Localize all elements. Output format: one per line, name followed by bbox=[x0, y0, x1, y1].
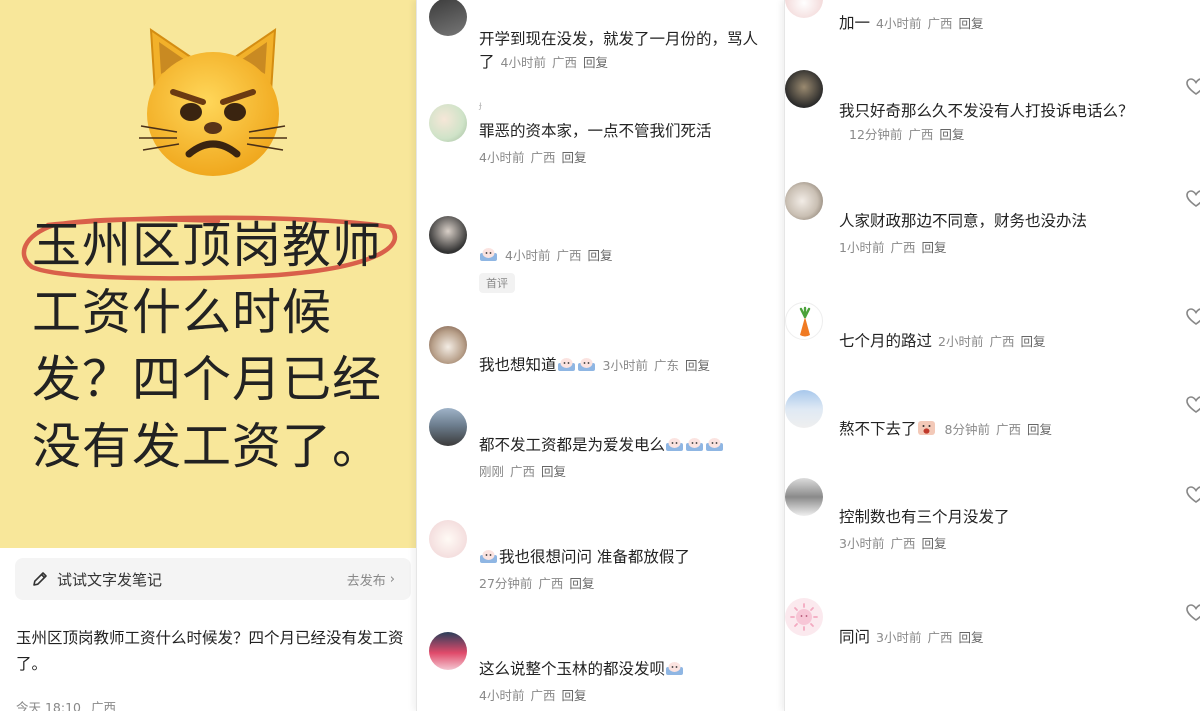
like-heart-icon[interactable] bbox=[1186, 486, 1200, 504]
comment-text: 我也想知道 3小时前 广东 回复 bbox=[479, 356, 710, 374]
comment-meta: 4小时前 广西 回复 bbox=[876, 16, 984, 31]
user-avatar[interactable] bbox=[785, 478, 823, 516]
comment-meta: 3小时前 广东 回复 bbox=[602, 358, 710, 373]
user-avatar[interactable] bbox=[429, 632, 467, 670]
note-cover-text: 玉州区顶岗教师工资什么时候发？四个月已经没有发工资了。 bbox=[32, 217, 383, 475]
like-heart-icon[interactable] bbox=[1186, 604, 1200, 622]
comment-meta: 刚刚 广西 回复 bbox=[479, 464, 567, 479]
hiding-cat-sticker-icon bbox=[577, 358, 595, 371]
comment-text: 七个月的路过 2小时前 广西 回复 bbox=[839, 332, 1046, 350]
reply-button[interactable]: 回复 bbox=[587, 248, 612, 263]
try-text-note-button[interactable]: 试试文字发笔记 去发布 › bbox=[15, 558, 411, 600]
reply-button[interactable]: 回复 bbox=[1020, 334, 1045, 349]
hiding-cat-sticker-icon bbox=[480, 248, 497, 261]
reply-button[interactable]: 回复 bbox=[958, 630, 983, 645]
user-nickname[interactable]: ɟ bbox=[479, 100, 769, 114]
comment-text: 我也很想问问 准备都放假了 bbox=[479, 546, 769, 569]
comment-text: 熬不下去了 8分钟前 广西 回复 bbox=[839, 420, 1052, 438]
note-cover-image[interactable]: 玉州区顶岗教师工资什么时候发？四个月已经没有发工资了。 bbox=[0, 0, 416, 548]
angry-cat-emoji-icon bbox=[139, 28, 287, 176]
comment-text: 我只好奇那么久不发没有人打投诉电话么？12分钟前 广西 回复 bbox=[839, 102, 1134, 142]
chevron-right-icon: › bbox=[389, 571, 395, 587]
pink-sun-avatar-icon bbox=[790, 603, 818, 631]
comment-list-middle[interactable]: 开学到现在没发，就发了一月份的，骂人了 4小时前 广西 回复 ɟ 罪恶的资本家，一点不… bbox=[416, 0, 782, 711]
comment-text: 同问 3小时前 广西 回复 bbox=[839, 628, 984, 646]
user-avatar[interactable] bbox=[429, 104, 467, 142]
hiding-cat-sticker-icon bbox=[666, 438, 684, 451]
reply-button[interactable]: 回复 bbox=[583, 55, 608, 70]
hiding-cat-sticker-icon bbox=[480, 550, 497, 563]
reply-button[interactable]: 回复 bbox=[541, 464, 566, 479]
user-avatar[interactable] bbox=[429, 0, 467, 36]
reply-button[interactable]: 回复 bbox=[958, 16, 983, 31]
user-avatar bbox=[785, 598, 823, 636]
note-meta: 今天 18:10 广西 bbox=[16, 697, 116, 711]
comment-text: 这么说整个玉林的都没发呗 bbox=[479, 658, 769, 681]
comment-text: 开学到现在没发，就发了一月份的，骂人了 4小时前 广西 回复 bbox=[479, 30, 759, 71]
hiding-cat-sticker-icon bbox=[686, 438, 704, 451]
pencil-icon bbox=[33, 572, 47, 586]
hiding-cat-sticker-icon bbox=[666, 662, 684, 675]
user-avatar[interactable] bbox=[429, 520, 467, 558]
like-heart-icon[interactable] bbox=[1186, 396, 1200, 414]
comment-text: 加一 4小时前 广西 回复 bbox=[839, 14, 984, 32]
user-avatar[interactable] bbox=[785, 182, 823, 220]
user-avatar[interactable] bbox=[429, 408, 467, 446]
reply-button[interactable]: 回复 bbox=[685, 358, 710, 373]
carrot-avatar-icon bbox=[799, 306, 811, 337]
comment-meta: 27分钟前 广西 回复 bbox=[479, 576, 595, 591]
comment-text: 控制数也有三个月没发了 bbox=[839, 508, 1010, 526]
reply-button[interactable]: 回复 bbox=[1027, 422, 1052, 437]
note-location: 广西 bbox=[90, 700, 116, 711]
user-avatar[interactable] bbox=[429, 216, 467, 254]
comment-meta: 1小时前 广西 回复 bbox=[839, 240, 947, 255]
note-time: 今天 18:10 bbox=[16, 700, 81, 711]
note-panel: 玉州区顶岗教师工资什么时候发？四个月已经没有发工资了。 试试文字发笔记 去发布 … bbox=[0, 0, 416, 711]
comment-meta: 3小时前 广西 回复 bbox=[839, 536, 947, 551]
comment-meta: 4小时前 广西 回复 bbox=[500, 55, 608, 70]
reply-button[interactable]: 回复 bbox=[921, 536, 946, 551]
comment-text: 都不发工资都是为爱发电么 bbox=[479, 434, 769, 457]
user-avatar bbox=[785, 302, 823, 340]
comment-meta: 4小时前 广西 回复 bbox=[505, 248, 613, 263]
comment-meta: 4小时前 广西 回复 bbox=[479, 150, 587, 165]
reply-button[interactable]: 回复 bbox=[939, 127, 964, 142]
crying-face-sticker-icon bbox=[917, 421, 935, 435]
comment-meta: 8分钟前 广西 回复 bbox=[944, 422, 1052, 437]
comment-meta: 3小时前 广西 回复 bbox=[876, 630, 984, 645]
reply-button[interactable]: 回复 bbox=[561, 150, 586, 165]
comment-text: 4小时前 广西 回复 bbox=[479, 244, 769, 267]
like-heart-icon[interactable] bbox=[1186, 78, 1200, 96]
reply-button[interactable]: 回复 bbox=[569, 576, 594, 591]
note-description: 玉州区顶岗教师工资什么时候发？四个月已经没有发工资了。 bbox=[16, 629, 404, 673]
hiding-cat-sticker-icon bbox=[706, 438, 724, 451]
like-heart-icon[interactable] bbox=[1186, 190, 1200, 208]
user-avatar[interactable] bbox=[785, 70, 823, 108]
go-publish-link[interactable]: 去发布 bbox=[347, 570, 386, 589]
comment-list-right[interactable]: 加一 4小时前 广西 回复 我只好奇那么久不发没有人打投诉电话么？12分钟前 广西 回复 … bbox=[784, 0, 1200, 711]
user-avatar[interactable] bbox=[785, 0, 823, 18]
comment-meta: 2小时前 广西 回复 bbox=[938, 334, 1046, 349]
comment-text: 人家财政那边不同意，财务也没办法 bbox=[839, 212, 1088, 230]
hiding-cat-sticker-icon bbox=[557, 358, 575, 371]
like-heart-icon[interactable] bbox=[1186, 308, 1200, 326]
user-avatar[interactable] bbox=[785, 390, 823, 428]
comment-text: 罪恶的资本家，一点不管我们死活 bbox=[479, 122, 712, 140]
comment-meta: 12分钟前 广西 回复 bbox=[849, 127, 965, 142]
publish-bar-label: 试试文字发笔记 bbox=[57, 570, 163, 589]
user-avatar[interactable] bbox=[429, 326, 467, 364]
first-comment-badge: 首评 bbox=[479, 273, 515, 293]
reply-button[interactable]: 回复 bbox=[921, 240, 946, 255]
comment-meta: 4小时前 广西 回复 bbox=[479, 688, 587, 703]
reply-button[interactable]: 回复 bbox=[561, 688, 586, 703]
